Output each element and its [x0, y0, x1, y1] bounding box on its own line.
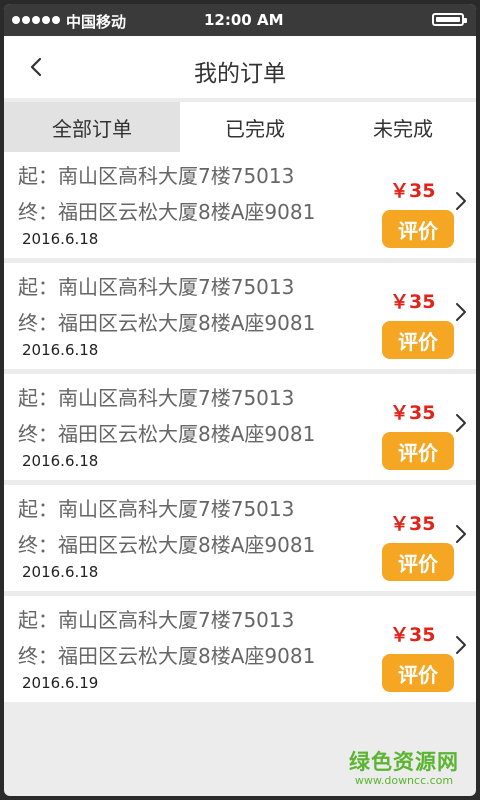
order-item[interactable]: 起：南山区高科大厦7楼75013 终：福田区云松大厦8楼A座9081 2016.…	[4, 152, 476, 258]
order-origin: 起：南山区高科大厦7楼75013	[18, 497, 295, 521]
tab-completed[interactable]: 已完成	[180, 102, 330, 152]
tab-all-orders[interactable]: 全部订单	[4, 102, 180, 152]
chevron-right-icon	[456, 192, 466, 210]
order-destination: 终：福田区云松大厦8楼A座9081	[18, 311, 316, 335]
order-item[interactable]: 起：南山区高科大厦7楼75013 终：福田区云松大厦8楼A座9081 2016.…	[4, 596, 476, 702]
rate-button[interactable]: 评价	[382, 210, 454, 248]
status-bar: 中国移动 12:00 AM	[4, 4, 476, 36]
tab-label: 全部订单	[52, 116, 132, 141]
tab-label: 已完成	[225, 116, 285, 141]
order-price: ￥35	[390, 180, 436, 202]
chevron-right-icon	[456, 303, 466, 321]
order-date: 2016.6.18	[22, 230, 99, 248]
order-origin: 起：南山区高科大厦7楼75013	[18, 608, 295, 632]
order-price: ￥35	[390, 291, 436, 313]
rate-button[interactable]: 评价	[382, 543, 454, 581]
battery-level	[436, 17, 460, 22]
watermark-title: 绿色资源网	[349, 750, 459, 774]
tab-incomplete[interactable]: 未完成	[330, 102, 476, 152]
order-filter-tabs: 全部订单 已完成 未完成	[4, 102, 476, 152]
chevron-right-icon	[456, 636, 466, 654]
order-item[interactable]: 起：南山区高科大厦7楼75013 终：福田区云松大厦8楼A座9081 2016.…	[4, 485, 476, 591]
order-date: 2016.6.19	[22, 674, 99, 692]
order-destination: 终：福田区云松大厦8楼A座9081	[18, 644, 316, 668]
order-item[interactable]: 起：南山区高科大厦7楼75013 终：福田区云松大厦8楼A座9081 2016.…	[4, 263, 476, 369]
battery-icon	[432, 13, 467, 26]
tab-label: 未完成	[373, 116, 433, 141]
order-date: 2016.6.18	[22, 452, 99, 470]
order-origin: 起：南山区高科大厦7楼75013	[18, 164, 295, 188]
order-destination: 终：福田区云松大厦8楼A座9081	[18, 422, 316, 446]
order-price: ￥35	[390, 402, 436, 424]
order-price: ￥35	[390, 513, 436, 535]
chevron-right-icon	[456, 525, 466, 543]
order-date: 2016.6.18	[22, 563, 99, 581]
site-watermark: 绿色资源网 www.downcc.com	[344, 746, 464, 787]
order-price: ￥35	[390, 624, 436, 646]
rate-button[interactable]: 评价	[382, 654, 454, 692]
phone-screen: 中国移动 12:00 AM 我的订单 全部订单 已完成 未完成 起：南山区高科大…	[4, 4, 476, 796]
chevron-right-icon	[456, 414, 466, 432]
order-list: 起：南山区高科大厦7楼75013 终：福田区云松大厦8楼A座9081 2016.…	[4, 152, 476, 707]
order-origin: 起：南山区高科大厦7楼75013	[18, 386, 295, 410]
carrier-name: 中国移动	[66, 13, 127, 31]
nav-header: 我的订单	[4, 36, 476, 98]
watermark-url: www.downcc.com	[354, 774, 454, 787]
page-title: 我的订单	[194, 61, 286, 87]
order-destination: 终：福田区云松大厦8楼A座9081	[18, 200, 316, 224]
rate-button[interactable]: 评价	[382, 321, 454, 359]
order-date: 2016.6.18	[22, 341, 99, 359]
rate-button[interactable]: 评价	[382, 432, 454, 470]
status-time: 12:00 AM	[204, 11, 284, 29]
order-item[interactable]: 起：南山区高科大厦7楼75013 终：福田区云松大厦8楼A座9081 2016.…	[4, 374, 476, 480]
signal-strength-icon	[12, 16, 60, 24]
order-destination: 终：福田区云松大厦8楼A座9081	[18, 533, 316, 557]
order-origin: 起：南山区高科大厦7楼75013	[18, 275, 295, 299]
